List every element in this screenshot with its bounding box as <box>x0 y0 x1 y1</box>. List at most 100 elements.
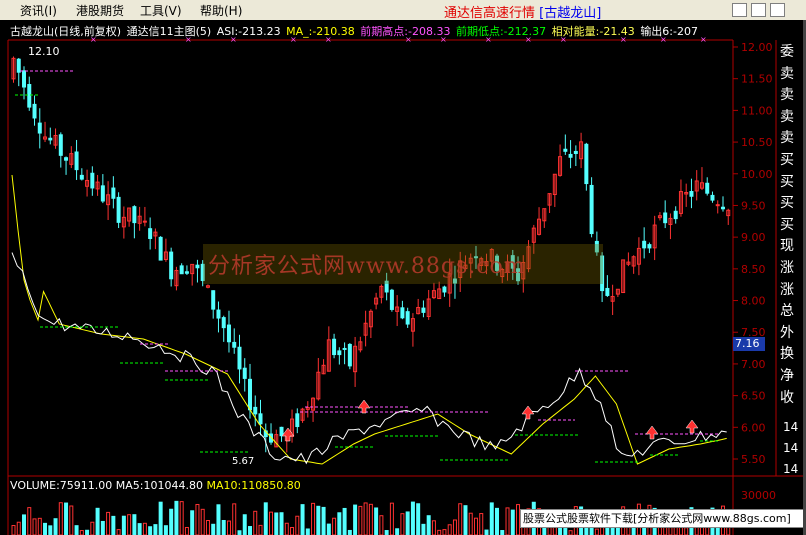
price-tick-label: 9.00 <box>741 231 766 244</box>
candle-body <box>563 148 568 152</box>
volume-bar <box>169 508 174 535</box>
candle-body <box>389 289 394 310</box>
menu-item-help[interactable]: 帮助(H) <box>200 2 242 19</box>
volume-tick-label: 30000 <box>741 489 776 502</box>
volume-bar <box>410 501 415 535</box>
quote-number: 14 <box>783 462 798 476</box>
quote-label: 卖 <box>780 87 794 104</box>
volume-bar <box>221 519 226 535</box>
candle-body <box>279 426 284 437</box>
legend-rel-energy: 相对能量:-21.43 <box>551 25 635 38</box>
volume-bar <box>137 523 142 535</box>
candle-body <box>673 210 678 220</box>
candle-body <box>58 134 63 156</box>
candle-body <box>237 346 242 370</box>
candle-body <box>226 324 231 343</box>
volume-bar <box>326 523 331 535</box>
candle-body <box>74 151 79 171</box>
current-price-tag: 7.16 <box>733 337 765 351</box>
candle-body <box>79 174 84 180</box>
volume-bar <box>353 504 358 535</box>
close-icon[interactable] <box>770 3 785 17</box>
candle-body <box>332 338 337 356</box>
volume-bar <box>500 530 505 535</box>
price-tick-label: 11.00 <box>741 104 773 117</box>
candle-body <box>347 343 352 367</box>
price-tick-label: 12.00 <box>741 41 773 54</box>
volume-bar <box>132 514 137 535</box>
candle-body <box>148 228 153 239</box>
menu-item-info[interactable]: 资讯(I) <box>20 2 57 19</box>
volume-bar <box>163 525 168 535</box>
quote-label: 买 <box>780 151 794 168</box>
menu-item-tools[interactable]: 工具(V) <box>140 2 182 19</box>
volume-bar <box>174 500 179 535</box>
candle-body <box>710 194 715 201</box>
volume-bar <box>22 514 27 535</box>
candle-body <box>22 70 27 88</box>
candle-body <box>64 157 69 161</box>
volume-bar <box>153 524 158 535</box>
quote-label: 涨 <box>780 259 794 276</box>
price-tick-label: 6.50 <box>741 390 766 403</box>
quote-label: 卖 <box>780 130 794 147</box>
quote-label: 涨 <box>780 281 794 298</box>
candle-body <box>16 58 21 73</box>
volume-bar <box>279 512 284 535</box>
candle-body <box>342 347 347 350</box>
candle-body <box>116 196 121 223</box>
quote-label: 外 <box>780 324 794 341</box>
volume-bar <box>263 502 268 535</box>
volume-bar <box>85 529 90 535</box>
volume-bar <box>395 528 400 535</box>
menu-item-hk-futures[interactable]: 港股期货 <box>76 2 124 19</box>
volume-bar <box>111 515 116 535</box>
volume-bar <box>337 512 342 535</box>
volume-bar <box>347 529 352 535</box>
volume-bar <box>247 526 252 535</box>
price-tick-label: 9.50 <box>741 199 766 212</box>
volume-bar <box>43 522 48 535</box>
volume-bar <box>416 503 421 535</box>
candle-body <box>100 185 105 202</box>
volume-bar <box>274 512 279 535</box>
volume-bar <box>510 509 515 535</box>
menu-bar: 资讯(I) 港股期货 工具(V) 帮助(H) 通达信高速行情 [古越龙山] <box>0 0 806 21</box>
legend-prev-high: 前期高点:-208.33 <box>360 25 451 38</box>
quote-label: 换 <box>780 346 794 363</box>
volume-bar <box>211 523 216 535</box>
legend-stock: 古越龙山(日线,前复权) <box>10 25 122 38</box>
quote-label: 委 <box>780 44 794 60</box>
candle-body <box>705 182 710 194</box>
price-tick-label: 6.00 <box>741 421 766 434</box>
candle-body <box>573 150 578 154</box>
volume-bar <box>316 505 321 535</box>
volume-ma10: MA10:110850.80 <box>206 479 301 492</box>
volume-bar <box>374 507 379 535</box>
candle-body <box>242 367 247 379</box>
candle-body <box>158 236 163 261</box>
quote-label: 净 <box>780 367 794 384</box>
volume-bar <box>563 527 568 535</box>
volume-bar <box>48 525 53 535</box>
volume-bar <box>463 505 468 535</box>
quote-number: 14 <box>783 441 798 455</box>
candle-body <box>32 103 37 119</box>
price-tick-label: 5.50 <box>741 453 766 466</box>
volume-bar <box>495 507 500 535</box>
minimize-icon[interactable] <box>732 3 747 17</box>
candle-body <box>405 311 410 325</box>
ad-banner[interactable]: 股票公式股票软件下载[分析家公式网www.88gs.com] <box>520 509 806 528</box>
volume-bar <box>242 514 247 535</box>
candle-body <box>663 212 668 224</box>
candle-body <box>132 206 137 224</box>
candle-body <box>689 191 694 197</box>
candle-body <box>247 378 252 411</box>
quote-number: 14 <box>783 420 798 434</box>
volume-ma5: MA5:101044.80 <box>115 479 203 492</box>
maximize-icon[interactable] <box>751 3 766 17</box>
volume-bar <box>216 504 221 535</box>
candle-body <box>568 153 573 158</box>
volume-bar <box>95 507 100 535</box>
volume-bar <box>158 501 163 535</box>
